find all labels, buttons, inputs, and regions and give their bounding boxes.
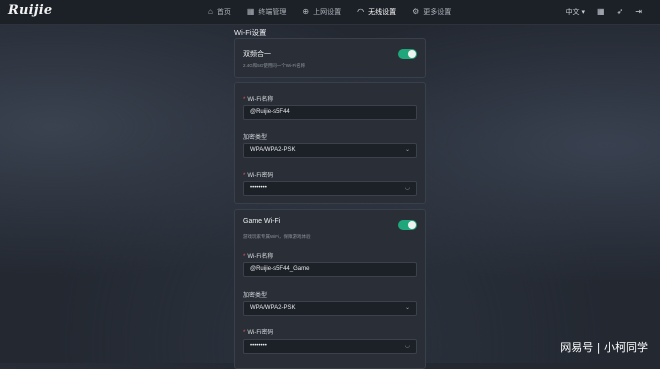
dual-band-title: 双频合一 <box>243 51 271 58</box>
devices-icon: ▦ <box>246 7 255 16</box>
nav-label: 首页 <box>216 9 231 16</box>
rocket-icon[interactable]: ➶ <box>617 8 624 16</box>
wifi-password-label: * Wi-Fi密码 <box>243 170 273 179</box>
dual-band-desc: 2.4G和5G使用同一个Wi-Fi名称 <box>243 63 306 68</box>
nav-label: 更多设置 <box>423 9 452 16</box>
wifi-password-input[interactable]: •••••••• ◡ <box>243 181 417 196</box>
dual-band-card: 双频合一 2.4G和5G使用同一个Wi-Fi名称 <box>234 38 426 78</box>
game-wifi-card: Game Wi-Fi 游戏玩家专属WiFi，保障游戏体验 * Wi-Fi名称 @R… <box>234 209 426 369</box>
required-mark: * <box>243 97 246 103</box>
game-encryption-label: 加密类型 <box>243 293 268 299</box>
nav-item-wireless[interactable]: ◠ 无线设置 <box>349 0 404 24</box>
required-mark: * <box>243 173 246 179</box>
nav-label: 无线设置 <box>368 9 397 16</box>
game-encryption-value: WPA/WPA2-PSK <box>250 305 296 311</box>
game-encryption-select[interactable]: WPA/WPA2-PSK ⌄ <box>243 301 417 316</box>
nav-item-devices[interactable]: ▦ 终端管理 <box>239 0 295 24</box>
wifi-name-label: * Wi-Fi名称 <box>243 94 273 103</box>
top-bar: Ruijie ⌂ 首页 ▦ 终端管理 ⊕ 上网设置 ◠ 无线设置 ⚙ 更多设置 … <box>0 0 660 25</box>
wifi-icon: ◠ <box>357 7 365 16</box>
eye-closed-icon[interactable]: ◡ <box>405 340 410 353</box>
game-wifi-desc: 游戏玩家专属WiFi，保障游戏体验 <box>243 234 311 239</box>
page-title: Wi-Fi设置 <box>234 28 267 37</box>
eye-closed-icon[interactable]: ◡ <box>405 182 410 195</box>
globe-icon: ⊕ <box>302 7 310 16</box>
game-wifi-password-label: * Wi-Fi密码 <box>243 327 273 336</box>
nav-item-home[interactable]: ⌂ 首页 <box>200 0 239 24</box>
main-wifi-card: * Wi-Fi名称 @Ruijie-s5F44 加密类型 WPA/WPA2-PSK… <box>234 82 426 204</box>
game-wifi-password-label-text: Wi-Fi密码 <box>247 330 274 336</box>
grid-icon[interactable]: ▦ <box>597 8 605 16</box>
wifi-password-label-text: Wi-Fi密码 <box>247 173 274 179</box>
main-nav: ⌂ 首页 ▦ 终端管理 ⊕ 上网设置 ◠ 无线设置 ⚙ 更多设置 <box>200 0 459 24</box>
wifi-password-value: •••••••• <box>250 185 267 191</box>
game-wifi-name-value: @Ruijie-s5F44_Game <box>250 266 310 272</box>
wifi-name-label-text: Wi-Fi名称 <box>247 97 274 103</box>
wifi-name-value: @Ruijie-s5F44 <box>250 109 290 115</box>
game-wifi-name-label-text: Wi-Fi名称 <box>247 254 274 260</box>
language-selector[interactable]: 中文 ▾ <box>566 7 585 17</box>
logout-icon[interactable]: ⇥ <box>635 8 642 16</box>
nav-item-more[interactable]: ⚙ 更多设置 <box>404 0 459 24</box>
encryption-label: 加密类型 <box>243 135 268 141</box>
encryption-select[interactable]: WPA/WPA2-PSK ⌄ <box>243 143 417 158</box>
game-wifi-name-input[interactable]: @Ruijie-s5F44_Game <box>243 262 417 277</box>
game-wifi-name-label: * Wi-Fi名称 <box>243 251 273 260</box>
chevron-down-icon: ▾ <box>581 9 586 16</box>
toolbar-right: 中文 ▾ ▦ ➶ ⇥ <box>566 0 642 24</box>
required-mark: * <box>243 330 246 336</box>
required-mark: * <box>243 254 246 260</box>
chevron-down-icon: ⌄ <box>404 305 410 311</box>
encryption-value: WPA/WPA2-PSK <box>250 147 296 153</box>
watermark: 网易号 | 小柯同学 <box>560 341 648 354</box>
chevron-down-icon: ⌄ <box>404 147 410 153</box>
dual-band-toggle[interactable] <box>398 49 417 59</box>
home-icon: ⌂ <box>208 7 213 16</box>
gear-icon: ⚙ <box>412 7 420 16</box>
game-wifi-password-input[interactable]: •••••••• ◡ <box>243 339 417 354</box>
brand-logo: Ruijie <box>8 3 53 18</box>
game-wifi-toggle[interactable] <box>398 220 417 230</box>
game-wifi-password-value: •••••••• <box>250 343 267 349</box>
nav-item-internet[interactable]: ⊕ 上网设置 <box>294 0 349 24</box>
wifi-name-input[interactable]: @Ruijie-s5F44 <box>243 105 417 120</box>
nav-label: 终端管理 <box>258 9 287 16</box>
game-wifi-title: Game Wi-Fi <box>243 218 281 225</box>
nav-label: 上网设置 <box>313 9 342 16</box>
language-label: 中文 <box>565 9 580 16</box>
